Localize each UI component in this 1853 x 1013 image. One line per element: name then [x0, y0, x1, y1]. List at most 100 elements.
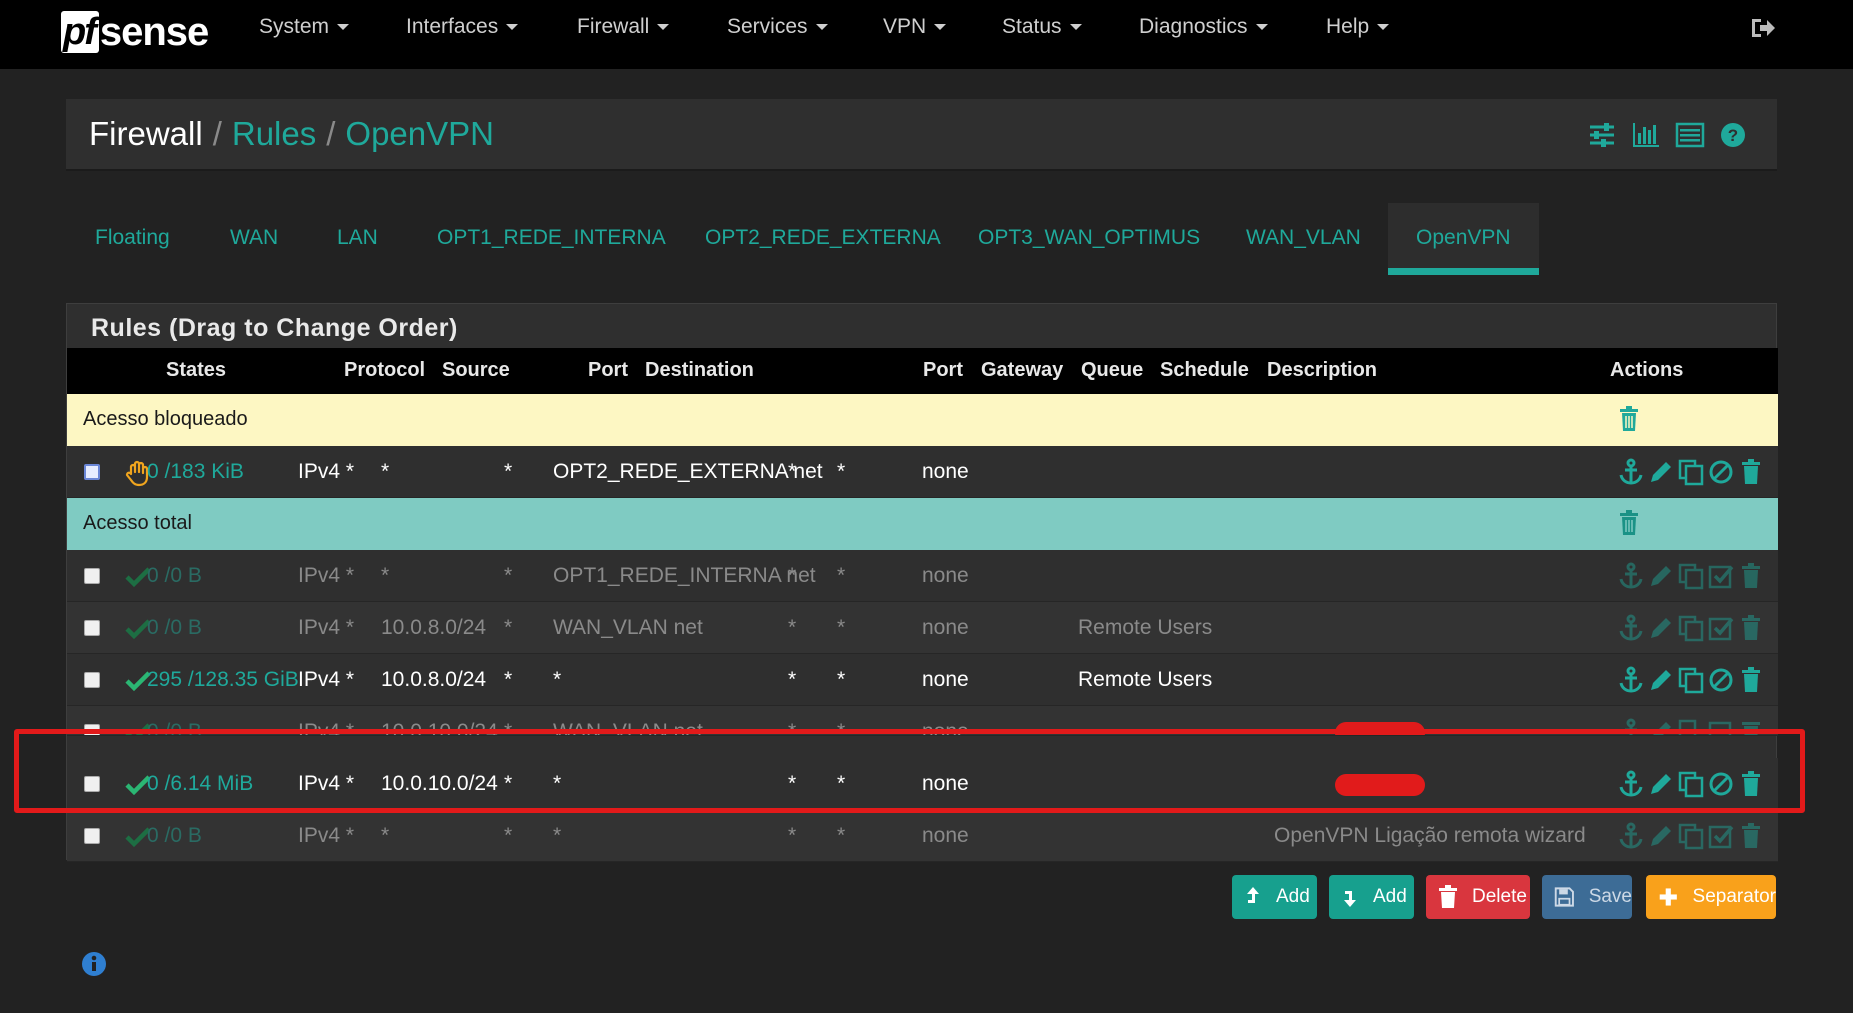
rule-queue: none — [922, 772, 969, 795]
trash-icon[interactable] — [1737, 666, 1765, 694]
delete-button[interactable]: Delete — [1426, 875, 1530, 919]
separator-row[interactable]: Acesso bloqueado — [67, 394, 1778, 446]
breadcrumb: Firewall / Rules / OpenVPN — [89, 115, 494, 153]
trash-icon[interactable] — [1737, 458, 1765, 486]
table-list-icon[interactable] — [1675, 121, 1705, 149]
anchor-icon[interactable] — [1617, 770, 1645, 798]
enable-check-icon[interactable] — [1707, 562, 1735, 590]
sliders-icon[interactable] — [1587, 121, 1617, 149]
rule-states[interactable]: 0 /6.14 MiB — [147, 772, 253, 796]
copy-icon[interactable] — [1677, 822, 1705, 850]
row-checkbox[interactable] — [84, 620, 100, 636]
rule-port: * — [504, 616, 513, 639]
logo-pf: pf — [61, 11, 99, 53]
trash-icon[interactable] — [1737, 614, 1765, 642]
tab-wan[interactable]: WAN — [230, 203, 278, 275]
trash-icon[interactable] — [1737, 718, 1765, 735]
logout-icon[interactable] — [1748, 14, 1776, 42]
copy-icon[interactable] — [1677, 666, 1705, 694]
bar-chart-icon[interactable] — [1631, 121, 1661, 149]
help-icon[interactable]: ? — [1719, 121, 1749, 149]
copy-icon[interactable] — [1677, 562, 1705, 590]
row-checkbox[interactable] — [84, 776, 100, 792]
edit-pencil-icon[interactable] — [1647, 666, 1675, 694]
info-icon[interactable] — [81, 951, 107, 977]
table-row[interactable]: 0 /0 B IPv4 * * * * * * none OpenVPN Lig… — [67, 810, 1778, 862]
tab-opt3-wan-optimus[interactable]: OPT3_WAN_OPTIMUS — [978, 203, 1200, 275]
anchor-icon[interactable] — [1617, 718, 1645, 735]
edit-pencil-icon[interactable] — [1647, 562, 1675, 590]
tab-openvpn[interactable]: OpenVPN — [1388, 203, 1539, 275]
rule-states[interactable]: 295 /128.35 GiB — [147, 668, 299, 692]
nav-status[interactable]: Status — [1002, 15, 1082, 39]
tab-opt2-rede-externa[interactable]: OPT2_REDE_EXTERNA — [705, 203, 941, 275]
nav-system[interactable]: System — [259, 15, 350, 39]
nav-firewall[interactable]: Firewall — [577, 15, 670, 39]
logo-sense: sense — [99, 10, 209, 54]
edit-pencil-icon[interactable] — [1647, 718, 1675, 735]
separator-button[interactable]: Separator — [1646, 875, 1776, 919]
breadcrumb-rules[interactable]: Rules — [232, 115, 316, 152]
nav-help[interactable]: Help — [1326, 15, 1390, 39]
anchor-icon[interactable] — [1617, 666, 1645, 694]
edit-pencil-icon[interactable] — [1647, 458, 1675, 486]
anchor-icon[interactable] — [1617, 562, 1645, 590]
rule-states[interactable]: 0 /0 B — [147, 616, 202, 640]
save-button[interactable]: Save — [1542, 875, 1632, 919]
edit-pencil-icon[interactable] — [1647, 822, 1675, 850]
rule-states[interactable]: 0 /183 KiB — [147, 460, 244, 484]
nav-interfaces[interactable]: Interfaces — [406, 15, 519, 39]
nav-diagnostics[interactable]: Diagnostics — [1139, 15, 1268, 39]
copy-icon[interactable] — [1677, 718, 1705, 735]
row-actions — [1617, 614, 1765, 642]
table-row[interactable]: 0 /183 KiB IPv4 * * * OPT2_REDE_EXTERNA … — [67, 446, 1778, 498]
anchor-icon[interactable] — [1617, 822, 1645, 850]
trash-icon[interactable] — [1618, 510, 1640, 536]
rule-queue: none — [922, 616, 969, 639]
row-checkbox[interactable] — [84, 568, 100, 584]
row-actions — [1617, 718, 1765, 735]
row-checkbox[interactable] — [84, 828, 100, 844]
row-checkbox[interactable] — [84, 672, 100, 688]
separator-row[interactable]: Acesso total — [67, 498, 1778, 550]
rule-states[interactable]: 0 /0 B — [147, 824, 202, 848]
row-checkbox[interactable] — [84, 464, 100, 480]
tab-wan-vlan[interactable]: WAN_VLAN — [1246, 203, 1361, 275]
rule-protocol: IPv4 * — [298, 564, 355, 587]
disable-icon[interactable] — [1707, 458, 1735, 486]
tab-lan[interactable]: LAN — [337, 203, 378, 275]
copy-icon[interactable] — [1677, 458, 1705, 486]
trash-icon[interactable] — [1618, 406, 1640, 432]
edit-pencil-icon[interactable] — [1647, 614, 1675, 642]
trash-icon[interactable] — [1737, 770, 1765, 798]
copy-icon[interactable] — [1677, 614, 1705, 642]
add-top-button[interactable]: Add — [1232, 875, 1317, 919]
edit-pencil-icon[interactable] — [1647, 770, 1675, 798]
copy-icon[interactable] — [1677, 770, 1705, 798]
add-bottom-button[interactable]: Add — [1329, 875, 1414, 919]
pfsense-logo[interactable]: pf sense — [61, 8, 209, 56]
trash-icon[interactable] — [1737, 562, 1765, 590]
enable-check-icon[interactable] — [1707, 718, 1735, 735]
anchor-icon[interactable] — [1617, 614, 1645, 642]
tab-floating[interactable]: Floating — [95, 203, 170, 275]
disable-icon[interactable] — [1707, 666, 1735, 694]
rule-states[interactable]: 0 /0 B — [147, 564, 202, 588]
disable-icon[interactable] — [1707, 770, 1735, 798]
enable-check-icon[interactable] — [1707, 822, 1735, 850]
table-row[interactable]: 0 /0 B IPv4 * 10.0.10.0/24 * WAN_VLAN ne… — [67, 706, 1778, 736]
tab-opt1-rede-interna[interactable]: OPT1_REDE_INTERNA — [437, 203, 666, 275]
anchor-icon[interactable] — [1617, 458, 1645, 486]
nav-vpn[interactable]: VPN — [883, 15, 947, 39]
trash-icon[interactable] — [1737, 822, 1765, 850]
table-row[interactable]: 295 /128.35 GiB IPv4 * 10.0.8.0/24 * * *… — [67, 654, 1778, 706]
table-row[interactable]: 0 /0 B IPv4 * 10.0.8.0/24 * WAN_VLAN net… — [67, 602, 1778, 654]
col-dest-port: Port — [923, 359, 963, 381]
table-row[interactable]: 0 /6.14 MiB IPv4 * 10.0.10.0/24 * * * * … — [67, 758, 1778, 810]
rule-states[interactable]: 0 /0 B — [147, 720, 202, 735]
nav-services[interactable]: Services — [727, 15, 828, 39]
enable-check-icon[interactable] — [1707, 614, 1735, 642]
table-row[interactable]: 0 /0 B IPv4 * * * OPT1_REDE_INTERNA net … — [67, 550, 1778, 602]
breadcrumb-openvpn[interactable]: OpenVPN — [345, 115, 494, 152]
row-checkbox[interactable] — [84, 724, 100, 735]
